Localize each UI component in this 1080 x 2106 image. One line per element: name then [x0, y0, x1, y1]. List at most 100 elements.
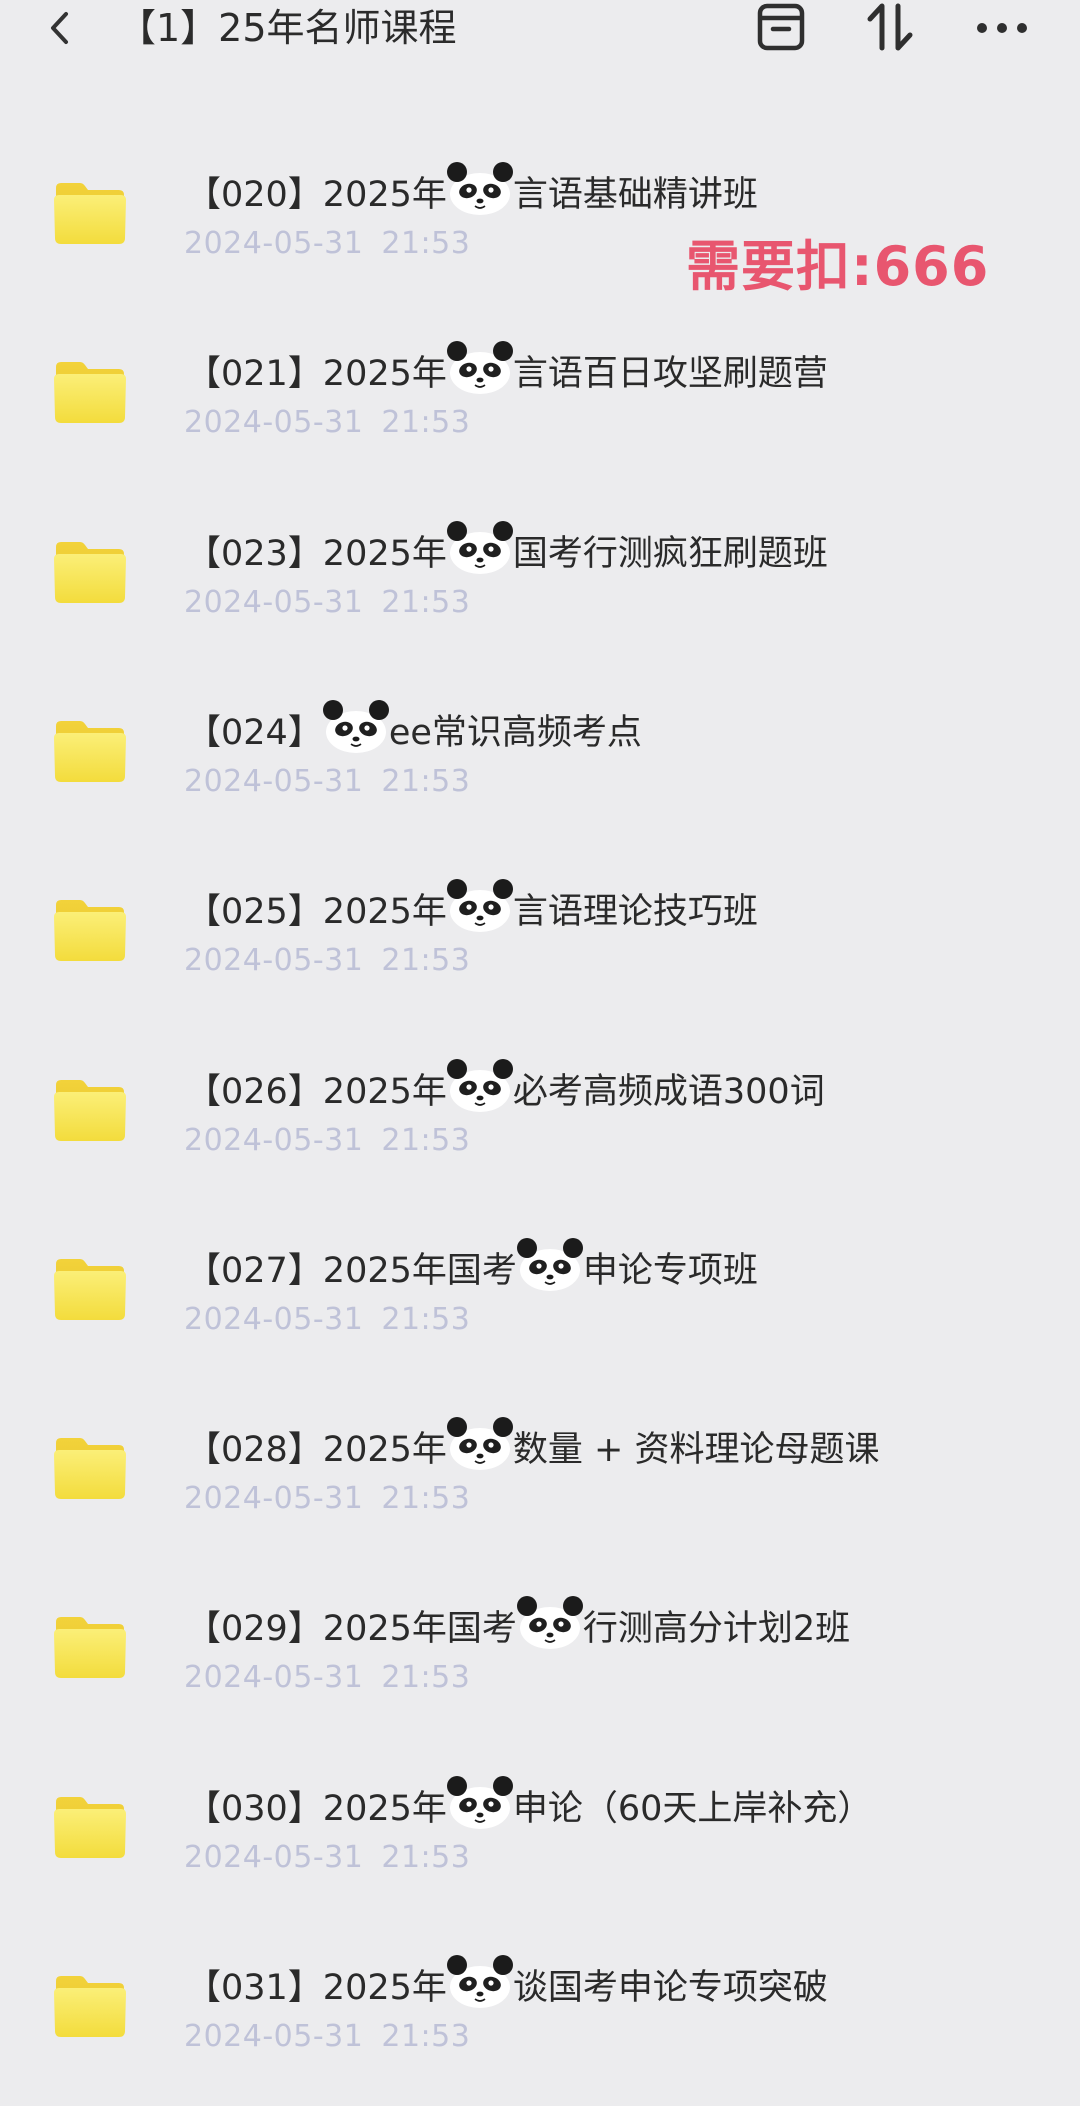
- panda-sticker-icon: [515, 1594, 585, 1650]
- panda-sticker-icon: [445, 1953, 515, 2009]
- file-name-suffix: 申论专项班: [582, 1251, 758, 1291]
- folder-icon: [52, 359, 128, 425]
- file-date: 2024-05-31: [184, 764, 364, 799]
- file-time: 21:53: [381, 1123, 471, 1158]
- file-name-suffix: 必考高频成语300词: [512, 1072, 825, 1112]
- file-date: 2024-05-31: [184, 1123, 364, 1158]
- file-date: 2024-05-31: [184, 585, 364, 620]
- archive-icon[interactable]: [752, 2, 812, 54]
- file-name: 【024】 ee常识高频考点: [186, 698, 642, 758]
- file-name: 【027】2025年国考 申论专项班: [186, 1236, 758, 1296]
- file-modified: 2024-05-31 21:53: [184, 1838, 470, 1878]
- folder-icon: [52, 539, 128, 605]
- file-row[interactable]: 【030】2025年 申论（60天上岸补充） 2024-05-31 21:53: [0, 1748, 1080, 1927]
- file-time: 21:53: [381, 1481, 471, 1516]
- folder-icon: [52, 1435, 128, 1501]
- file-name-suffix: 言语理论技巧班: [512, 892, 758, 932]
- file-date: 2024-05-31: [184, 1481, 364, 1516]
- file-modified: 2024-05-31 21:53: [184, 941, 470, 981]
- file-time: 21:53: [381, 1840, 471, 1875]
- file-modified: 2024-05-31 21:53: [184, 583, 470, 623]
- file-modified: 2024-05-31 21:53: [184, 762, 470, 802]
- file-name-prefix: 【030】2025年: [186, 1789, 447, 1829]
- file-name: 【029】2025年国考 行测高分计划2班: [186, 1594, 850, 1654]
- file-row[interactable]: 【027】2025年国考 申论专项班 2024-05-31 21:53: [0, 1210, 1080, 1389]
- file-name-prefix: 【024】: [186, 713, 323, 753]
- file-row[interactable]: 【023】2025年 国考行测疯狂刷题班 2024-05-31 21:53: [0, 493, 1080, 672]
- folder-icon: [52, 1256, 128, 1322]
- file-modified: 2024-05-31 21:53: [184, 403, 470, 443]
- file-date: 2024-05-31: [184, 405, 364, 440]
- file-name-prefix: 【023】2025年: [186, 534, 447, 574]
- panda-sticker-icon: [321, 698, 391, 754]
- file-modified: 2024-05-31 21:53: [184, 1121, 470, 1161]
- file-name-prefix: 【025】2025年: [186, 892, 447, 932]
- file-row[interactable]: 【029】2025年国考 行测高分计划2班 2024-05-31 21:53: [0, 1568, 1080, 1747]
- file-name: 【020】2025年 言语基础精讲班: [186, 160, 758, 220]
- panda-sticker-icon: [445, 1415, 515, 1471]
- panda-sticker-icon: [445, 339, 515, 395]
- file-date: 2024-05-31: [184, 1840, 364, 1875]
- panda-sticker-icon: [445, 1057, 515, 1113]
- file-modified: 2024-05-31 21:53: [184, 1300, 470, 1340]
- panda-sticker-icon: [445, 1774, 515, 1830]
- file-name: 【031】2025年 谈国考申论专项突破: [186, 1953, 828, 2013]
- file-date: 2024-05-31: [184, 226, 364, 261]
- file-modified: 2024-05-31 21:53: [184, 2017, 470, 2057]
- file-row[interactable]: 【026】2025年 必考高频成语300词 2024-05-31 21:53: [0, 1031, 1080, 1210]
- more-icon[interactable]: [972, 2, 1032, 54]
- file-row[interactable]: 【021】2025年 言语百日攻坚刷题营 2024-05-31 21:53: [0, 313, 1080, 492]
- file-name: 【025】2025年 言语理论技巧班: [186, 877, 758, 937]
- file-row[interactable]: 【024】 ee常识高频考点 2024-05-31 21:53: [0, 672, 1080, 851]
- file-name: 【023】2025年 国考行测疯狂刷题班: [186, 519, 828, 579]
- file-name-prefix: 【021】2025年: [186, 354, 447, 394]
- file-name-prefix: 【031】2025年: [186, 1968, 447, 2008]
- file-row[interactable]: 【028】2025年 数量 + 资料理论母题课 2024-05-31 21:53: [0, 1389, 1080, 1568]
- file-time: 21:53: [381, 585, 471, 620]
- file-time: 21:53: [381, 1660, 471, 1695]
- folder-icon: [52, 897, 128, 963]
- file-modified: 2024-05-31 21:53: [184, 224, 470, 264]
- file-row[interactable]: 【031】2025年 谈国考申论专项突破 2024-05-31 21:53: [0, 1927, 1080, 2106]
- file-name-suffix: 国考行测疯狂刷题班: [512, 534, 828, 574]
- file-modified: 2024-05-31 21:53: [184, 1479, 470, 1519]
- page-title: 【1】25年名师课程: [118, 6, 457, 50]
- folder-icon: [52, 1794, 128, 1860]
- file-name: 【028】2025年 数量 + 资料理论母题课: [186, 1415, 879, 1475]
- file-name-suffix: 申论（60天上岸补充）: [512, 1789, 873, 1829]
- file-name-suffix: ee常识高频考点: [388, 713, 642, 753]
- folder-icon: [52, 1973, 128, 2039]
- panda-sticker-icon: [445, 877, 515, 933]
- file-date: 2024-05-31: [184, 1302, 364, 1337]
- file-name-suffix: 数量 + 资料理论母题课: [512, 1430, 880, 1470]
- top-bar: 【1】25年名师课程: [0, 0, 1080, 60]
- chevron-left-icon[interactable]: [42, 6, 82, 50]
- file-name-prefix: 【020】2025年: [186, 175, 447, 215]
- file-time: 21:53: [381, 405, 471, 440]
- file-date: 2024-05-31: [184, 943, 364, 978]
- file-name: 【030】2025年 申论（60天上岸补充）: [186, 1774, 872, 1834]
- file-name-suffix: 言语百日攻坚刷题营: [512, 354, 828, 394]
- file-row[interactable]: 【025】2025年 言语理论技巧班 2024-05-31 21:53: [0, 851, 1080, 1030]
- file-name: 【026】2025年 必考高频成语300词: [186, 1057, 825, 1117]
- folder-icon: [52, 1614, 128, 1680]
- file-date: 2024-05-31: [184, 1660, 364, 1695]
- watermark-text: 需要扣:666: [686, 235, 990, 298]
- file-time: 21:53: [381, 764, 471, 799]
- panda-sticker-icon: [515, 1236, 585, 1292]
- sort-icon[interactable]: [862, 2, 922, 54]
- file-name: 【021】2025年 言语百日攻坚刷题营: [186, 339, 828, 399]
- folder-icon: [52, 1077, 128, 1143]
- file-name-suffix: 谈国考申论专项突破: [512, 1968, 828, 2008]
- file-time: 21:53: [381, 226, 471, 261]
- panda-sticker-icon: [445, 519, 515, 575]
- panda-sticker-icon: [445, 160, 515, 216]
- file-modified: 2024-05-31 21:53: [184, 1658, 470, 1698]
- folder-icon: [52, 718, 128, 784]
- file-name-prefix: 【028】2025年: [186, 1430, 447, 1470]
- file-name-prefix: 【027】2025年国考: [186, 1251, 517, 1291]
- folder-icon: [52, 180, 128, 246]
- file-name-suffix: 行测高分计划2班: [582, 1609, 851, 1649]
- file-time: 21:53: [381, 943, 471, 978]
- file-time: 21:53: [381, 1302, 471, 1337]
